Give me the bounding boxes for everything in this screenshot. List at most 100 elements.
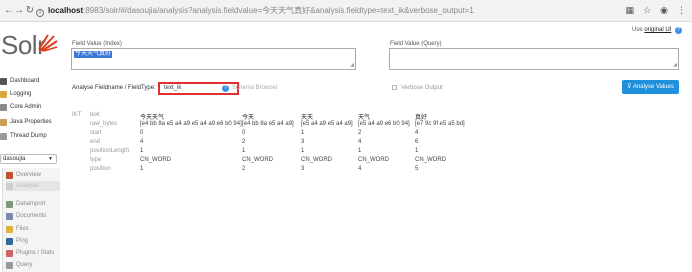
sunburst-icon [38, 34, 58, 52]
translate-icon[interactable]: ▦ [626, 5, 635, 17]
sidebar-item-label: Thread Dump [10, 133, 47, 139]
token-type: CN_WORD [301, 157, 332, 163]
core-menu: Overview Analysis Dataimport Documents F… [2, 168, 60, 272]
core-item-label: Analysis [16, 183, 39, 189]
token-text: 今天 [242, 115, 255, 121]
core-item-label: Files [16, 226, 29, 232]
token-start: 0 [242, 130, 246, 136]
token-end: 4 [358, 139, 362, 145]
token-start: 4 [415, 130, 419, 136]
token-raw-bytes: [e4 bb 8a e5 a4 a9] [242, 121, 294, 127]
core-item-ping[interactable]: Ping [6, 236, 60, 246]
core-item-plugins-stats[interactable]: Plugins / Stats [6, 248, 60, 258]
field-value-query-label: Field Value (Query) [390, 41, 442, 47]
reload-icon[interactable]: ↻ [24, 5, 36, 17]
token-position-length: 1 [358, 148, 362, 154]
core-selector-value: dasoujia [3, 156, 26, 162]
sidebar-item-label: Core Admin [10, 104, 42, 110]
sidebar-item-label: Java Properties [10, 119, 52, 125]
core-item-label: Ping [16, 238, 29, 244]
fieldtype-row: Analyse Fieldname / FieldType: text_ik ▼… [72, 80, 682, 95]
sidebar-item-label: Dashboard [10, 78, 40, 84]
core-item-label: Documents [16, 213, 47, 219]
core-admin-icon [0, 104, 7, 111]
token-position-length: 1 [415, 148, 419, 154]
logging-icon [0, 91, 7, 98]
info-icon[interactable]: i [36, 9, 44, 17]
dataimport-icon [6, 200, 13, 208]
dashboard-icon [0, 78, 7, 85]
row-label-position-length: positionLength [90, 148, 130, 154]
sidebar-item-core-admin[interactable]: Core Admin [0, 102, 62, 113]
token-raw-bytes: [e5 a4 a9 e6 b0 94] [358, 121, 410, 127]
sidebar-item-dashboard[interactable]: Dashboard [0, 76, 62, 87]
solr-logo[interactable]: Solr [0, 30, 60, 60]
token-position: 4 [358, 166, 362, 172]
token-position: 5 [415, 166, 419, 172]
token-end: 6 [415, 139, 419, 145]
verbose-output-toggle[interactable]: Verbose Output [392, 85, 443, 91]
core-item-dataimport[interactable]: Dataimport [6, 199, 60, 209]
schema-browser-link[interactable]: ? Schema Browser [222, 85, 278, 92]
field-value-index-textarea[interactable]: 今天天气真好 ◢ [71, 48, 356, 70]
token-text: 真好 [415, 115, 428, 121]
plugins-icon [6, 249, 13, 257]
token-type: CN_WORD [140, 157, 171, 163]
field-value-query-textarea[interactable]: ◢ [389, 48, 679, 70]
verbose-output-label: Verbose Output [401, 85, 443, 91]
analysis-icon [6, 182, 13, 190]
schema-browser-label: Schema Browser [232, 85, 278, 91]
token-start: 0 [140, 130, 144, 136]
core-item-label: Dataimport [16, 201, 46, 207]
core-item-files[interactable]: Files [6, 224, 60, 234]
use-original-prefix: Use [631, 27, 643, 33]
account-icon[interactable]: ◉ [660, 5, 668, 17]
core-item-documents[interactable]: Documents [6, 211, 60, 221]
token-start: 2 [358, 130, 362, 136]
url-path: :8983/solr/#/dasoujia/analysis?analysis.… [83, 6, 474, 15]
chevron-down-icon: ▼ [48, 156, 53, 162]
row-label-start: start [90, 130, 102, 136]
sidebar-item-java-properties[interactable]: Java Properties [0, 117, 62, 128]
url-host: localhost [48, 6, 84, 15]
verbose-checkbox[interactable] [392, 85, 397, 90]
core-item-label: Overview [16, 172, 42, 178]
use-original-ui: Use original UI ? [632, 27, 682, 34]
help-icon[interactable]: ? [675, 27, 682, 34]
files-icon [6, 225, 13, 233]
row-label-text: text [90, 112, 100, 118]
use-original-ui-link[interactable]: original UI [644, 27, 671, 33]
star-icon[interactable]: ☆ [643, 5, 651, 17]
core-item-analysis[interactable]: Analysis [6, 181, 60, 191]
sidebar-item-logging[interactable]: Logging [0, 89, 62, 100]
fieldtype-label: Analyse Fieldname / FieldType: [72, 85, 156, 91]
field-value-index-label: Field Value (Index) [72, 41, 122, 47]
token-position-length: 1 [301, 148, 305, 154]
java-icon [0, 119, 7, 126]
token-type: CN_WORD [415, 157, 446, 163]
home-icon [6, 171, 13, 179]
analyse-values-label: Analyse Values [632, 84, 674, 90]
token-position: 2 [242, 166, 246, 172]
core-item-overview[interactable]: Overview [6, 170, 60, 180]
resize-grip-icon[interactable]: ◢ [673, 63, 677, 68]
menu-icon[interactable]: ⋮ [677, 5, 686, 17]
token-raw-bytes: [e5 a4 a9 e5 a4 a9] [301, 121, 353, 127]
token-position: 1 [140, 166, 144, 172]
row-label-type: type [90, 157, 102, 163]
token-text: 天天 [301, 115, 314, 121]
core-item-query[interactable]: Query [6, 260, 60, 270]
resize-grip-icon[interactable]: ◢ [350, 63, 354, 68]
token-raw-bytes: [e7 9c 9f e5 a5 bd] [415, 121, 465, 127]
query-icon [6, 261, 13, 269]
sidebar-item-thread-dump[interactable]: Thread Dump [0, 131, 62, 142]
token-end: 2 [242, 139, 246, 145]
token-text: 今天天气 [140, 115, 165, 121]
analyse-values-button[interactable]: ⊽ Analyse Values [622, 80, 679, 94]
token-text: 天气 [358, 115, 371, 121]
row-label-raw-bytes: raw_bytes [90, 121, 118, 127]
core-selector[interactable]: dasoujia ▼ [0, 154, 57, 164]
tokenizer-label: IKT [72, 112, 82, 118]
token-position-length: 1 [140, 148, 144, 154]
address-bar[interactable]: i localhost:8983/solr/#/dasoujia/analysis… [36, 4, 656, 18]
